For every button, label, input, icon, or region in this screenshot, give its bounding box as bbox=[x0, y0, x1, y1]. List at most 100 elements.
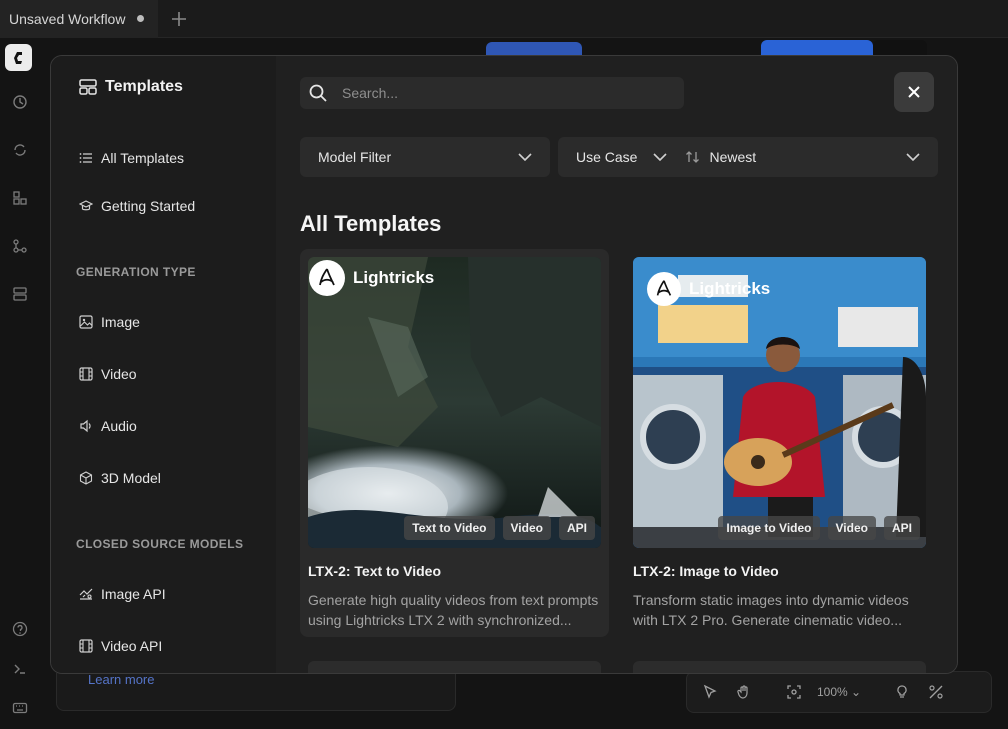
nav-video[interactable]: Video bbox=[79, 366, 137, 382]
card-description: Generate high quality videos from text p… bbox=[308, 590, 604, 630]
templates-title-text: Templates bbox=[105, 78, 183, 95]
templates-icon bbox=[79, 79, 97, 95]
history-icon[interactable] bbox=[9, 91, 31, 113]
nav-label: Image bbox=[101, 314, 140, 330]
template-card[interactable]: Lightricks Image to Video Video API LTX-… bbox=[625, 249, 934, 637]
template-thumbnail: Lightricks Image to Video Video API bbox=[633, 257, 926, 548]
close-button[interactable] bbox=[894, 72, 934, 112]
chevron-down-icon[interactable] bbox=[653, 153, 668, 161]
nav-getting-started[interactable]: Getting Started bbox=[79, 198, 195, 214]
template-card[interactable]: Lightricks Text to Video Video API LTX-2… bbox=[300, 249, 609, 637]
nav-label: Video API bbox=[101, 638, 163, 654]
nav-label: Video bbox=[101, 366, 137, 382]
tag: API bbox=[883, 516, 920, 540]
brand-name: Lightricks bbox=[353, 268, 435, 287]
select-pointer-icon[interactable] bbox=[693, 675, 727, 709]
film-icon bbox=[79, 367, 93, 381]
card-description-line: Generate high quality videos from text p… bbox=[308, 592, 599, 608]
tag: Video bbox=[827, 516, 876, 540]
card-description: Transform static images into dynamic vid… bbox=[633, 590, 929, 630]
chevron-down-icon[interactable] bbox=[906, 153, 920, 161]
zoom-value: 100% bbox=[817, 685, 848, 699]
nav-3d-model[interactable]: 3D Model bbox=[79, 470, 161, 486]
template-card-partial[interactable] bbox=[308, 661, 601, 673]
learn-more-link[interactable]: Learn more bbox=[88, 672, 154, 687]
brand-overlay: Lightricks bbox=[308, 257, 434, 296]
search-input[interactable] bbox=[342, 85, 662, 101]
chevron-down-icon bbox=[518, 153, 532, 161]
card-title: LTX-2: Text to Video bbox=[308, 563, 442, 579]
section-heading: All Templates bbox=[300, 211, 442, 236]
search-icon bbox=[308, 83, 328, 103]
list-icon bbox=[79, 151, 93, 165]
canvas-toolbar: 100% ⌄ bbox=[686, 671, 992, 713]
nav-label: Audio bbox=[101, 418, 137, 434]
new-tab-plus-icon[interactable] bbox=[166, 6, 192, 32]
close-icon bbox=[907, 85, 921, 99]
templates-icon[interactable] bbox=[9, 283, 31, 305]
card-description-line: Transform static images into dynamic vid… bbox=[633, 592, 909, 608]
waterfall-image bbox=[308, 257, 601, 548]
section-closed-source-models: CLOSED SOURCE MODELS bbox=[76, 537, 244, 551]
help-icon[interactable] bbox=[9, 618, 31, 640]
search-box[interactable] bbox=[300, 77, 684, 109]
tag: API bbox=[558, 516, 595, 540]
use-case-dropdown[interactable]: Use Case bbox=[576, 149, 637, 165]
templates-main: Model Filter Use Case Newest All Templat… bbox=[276, 56, 957, 673]
brand-overlay: Lightricks bbox=[647, 272, 770, 306]
template-card-partial[interactable] bbox=[633, 661, 926, 673]
volume-icon bbox=[79, 419, 93, 433]
nav-label: Getting Started bbox=[101, 198, 196, 214]
film-icon bbox=[79, 639, 93, 653]
tag: Text to Video bbox=[404, 516, 495, 540]
tag-list: Image to Video Video API bbox=[718, 516, 920, 540]
brand-name: Lightricks bbox=[689, 279, 771, 298]
nav-audio[interactable]: Audio bbox=[79, 418, 137, 434]
templates-title: Templates bbox=[79, 78, 183, 96]
sync-icon[interactable] bbox=[9, 139, 31, 161]
tab-bar: Unsaved Workflow bbox=[0, 0, 1008, 38]
nav-image-api[interactable]: Image API bbox=[79, 586, 166, 602]
tag-list: Text to Video Video API bbox=[404, 516, 595, 540]
model-filter-dropdown[interactable]: Model Filter bbox=[300, 137, 550, 177]
section-generation-type: GENERATION TYPE bbox=[76, 265, 196, 279]
left-sidebar bbox=[0, 78, 40, 729]
keyboard-icon[interactable] bbox=[9, 697, 31, 719]
image-api-icon bbox=[79, 587, 93, 601]
nav-label: All Templates bbox=[101, 150, 185, 166]
nav-label: 3D Model bbox=[101, 470, 161, 486]
card-description-line: using Lightricks LTX 2 with synchronized… bbox=[308, 612, 572, 628]
image-icon bbox=[79, 315, 93, 329]
sort-icon bbox=[685, 150, 701, 164]
hand-pan-icon[interactable] bbox=[727, 675, 761, 709]
zoom-level[interactable]: 100% ⌄ bbox=[811, 685, 867, 699]
nav-video-api[interactable]: Video API bbox=[79, 638, 162, 654]
card-description-line: with LTX 2 Pro. Generate cinematic video… bbox=[633, 612, 902, 628]
lightricks-logo-icon bbox=[647, 272, 681, 306]
template-thumbnail: Lightricks Text to Video Video API bbox=[308, 257, 601, 548]
lightricks-logo-icon bbox=[309, 260, 345, 296]
hide-links-icon[interactable] bbox=[919, 675, 953, 709]
nav-image[interactable]: Image bbox=[79, 314, 140, 330]
workflows-icon[interactable] bbox=[9, 235, 31, 257]
cube-icon bbox=[79, 471, 93, 485]
sort-dropdown[interactable]: Newest bbox=[709, 149, 756, 165]
graduation-cap-icon bbox=[79, 199, 93, 213]
node-library-icon[interactable] bbox=[9, 187, 31, 209]
model-filter-label: Model Filter bbox=[318, 149, 392, 165]
fit-view-icon[interactable] bbox=[777, 675, 811, 709]
terminal-icon[interactable] bbox=[9, 658, 31, 680]
tag: Image to Video bbox=[718, 516, 820, 540]
nav-label: Image API bbox=[101, 586, 166, 602]
app-logo-icon[interactable] bbox=[5, 44, 32, 71]
tab-title: Unsaved Workflow bbox=[9, 11, 126, 27]
nav-all-templates[interactable]: All Templates bbox=[79, 150, 184, 166]
card-title: LTX-2: Image to Video bbox=[633, 563, 779, 579]
use-case-sort-bar: Use Case Newest bbox=[558, 137, 938, 177]
workflow-tab[interactable]: Unsaved Workflow bbox=[0, 0, 158, 38]
lightbulb-icon[interactable] bbox=[885, 675, 919, 709]
tag: Video bbox=[502, 516, 551, 540]
templates-sidebar: Templates All Templates Getting Started … bbox=[51, 56, 276, 673]
templates-modal: Templates All Templates Getting Started … bbox=[50, 55, 958, 674]
unsaved-dot-icon bbox=[137, 15, 144, 22]
